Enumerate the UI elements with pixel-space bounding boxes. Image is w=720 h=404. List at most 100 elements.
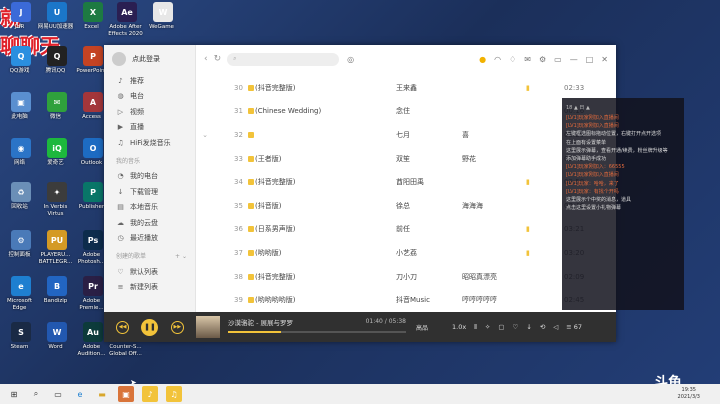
- desktop-icon[interactable]: B Bandizip: [40, 276, 74, 320]
- app-icon[interactable]: Ps: [83, 230, 103, 250]
- desktop-icon[interactable]: Ae Adobe After Effects 2020: [108, 2, 144, 46]
- sidebar-item[interactable]: ↓ 下载管理: [104, 184, 195, 200]
- speed-label[interactable]: 1.0x: [452, 323, 466, 331]
- login-row[interactable]: 点此登录: [104, 45, 195, 73]
- search-input[interactable]: ⌕: [227, 52, 340, 66]
- headphone-icon[interactable]: ◠: [494, 55, 501, 64]
- current-song-title[interactable]: 沙漠骆驼 - 展展与罗罗: [228, 317, 293, 327]
- app-icon[interactable]: Au: [83, 322, 103, 342]
- app-icon[interactable]: W: [153, 2, 173, 22]
- app-icon[interactable]: S: [11, 322, 31, 342]
- start-icon[interactable]: ⊞: [6, 386, 22, 402]
- desktop-icon[interactable]: ▣ 此电脑: [4, 92, 38, 136]
- sidebar-item[interactable]: ♡ 默认列表: [104, 264, 195, 280]
- desktop-icon[interactable]: W Word: [40, 322, 74, 366]
- desktop-icon-label[interactable]: Adobe After Effects 2020: [106, 24, 146, 37]
- desktop-icon-label[interactable]: 控制面板: [0, 252, 40, 259]
- album-cover[interactable]: [196, 316, 220, 338]
- minimize-icon[interactable]: —: [570, 55, 578, 64]
- loop-icon[interactable]: ⟲: [540, 323, 545, 331]
- back-icon[interactable]: ‹: [204, 54, 208, 64]
- app-icon[interactable]: X: [83, 2, 103, 22]
- browser-icon[interactable]: e: [72, 386, 88, 402]
- app-icon[interactable]: PU: [47, 230, 67, 250]
- avatar[interactable]: [112, 52, 126, 66]
- app-icon[interactable]: ✦: [47, 182, 67, 202]
- playlist-icon[interactable]: ≡ 67: [566, 323, 582, 331]
- desktop-icon[interactable]: Q QQ游戏: [4, 46, 38, 90]
- search-icon[interactable]: ⌕: [28, 386, 44, 402]
- desktop-icon[interactable]: PU PLAYERU... BATTLEGR...: [39, 230, 74, 274]
- desktop-icon-label[interactable]: PLAYERU... BATTLEGR...: [36, 252, 76, 265]
- microphone-icon[interactable]: ◎: [347, 55, 354, 64]
- desktop-icon-label[interactable]: In Verbis Virtus: [36, 204, 76, 217]
- app-icon[interactable]: P: [83, 182, 103, 202]
- song-row[interactable]: 39(哟哟哟哟版)抖音Music哼哼哼哼哼02:45: [196, 288, 616, 312]
- app-icon-2[interactable]: ♪: [142, 386, 158, 402]
- desktop-icon-label[interactable]: 此电脑: [0, 114, 40, 121]
- app-icon[interactable]: Ae: [117, 2, 137, 22]
- progress-slider[interactable]: [228, 331, 406, 333]
- skin-icon[interactable]: ♢: [509, 55, 516, 64]
- desktop-icon[interactable]: U 网易UU加速器: [38, 2, 74, 46]
- song-row[interactable]: 30 (抖音完整版) 王来鑫 ▮ 02:33: [196, 76, 616, 100]
- sidebar-item[interactable]: ♪ 推荐: [104, 73, 195, 89]
- song-row[interactable]: 31(Chinese Wedding)念住00:16: [196, 100, 616, 124]
- app-icon-3[interactable]: ♫: [166, 386, 182, 402]
- sidebar-item[interactable]: ≡ 新建列表: [104, 280, 195, 296]
- desktop-icon-label[interactable]: 腾讯QQ: [36, 68, 76, 75]
- desktop-icon[interactable]: ✉ 微信: [40, 92, 74, 136]
- app-icon[interactable]: ♻: [11, 182, 31, 202]
- sidebar-item[interactable]: ☁ 我的云盘: [104, 215, 195, 231]
- desktop-icon[interactable]: iQ 爱奇艺: [40, 138, 74, 182]
- system-clock[interactable]: 19:35 2021/3/3: [678, 387, 700, 401]
- song-row[interactable]: 33(王者版)双笙野花02:25: [196, 147, 616, 171]
- sidebar-item[interactable]: ▤ 本地音乐: [104, 200, 195, 216]
- app-icon[interactable]: U: [47, 2, 67, 22]
- close-icon[interactable]: ✕: [601, 55, 608, 64]
- desktop-icon-label[interactable]: 网易UU加速器: [36, 24, 76, 31]
- desktop-icon[interactable]: W WeGame: [146, 2, 180, 46]
- previous-icon[interactable]: ◀◀: [116, 320, 130, 334]
- app-icon[interactable]: O: [83, 138, 103, 158]
- mail-icon[interactable]: ✉: [524, 55, 531, 64]
- app-icon[interactable]: ◉: [11, 138, 31, 158]
- song-row[interactable]: 38(抖音完整版)刀小刀昭昭真漂亮02:09: [196, 265, 616, 289]
- expand-chevron-icon[interactable]: ⌄: [196, 131, 214, 139]
- desktop-icon-label[interactable]: 网络: [0, 160, 40, 167]
- song-row[interactable]: 37(哟哟版)小艺荔▮03:20: [196, 241, 616, 265]
- login-label[interactable]: 点此登录: [132, 54, 160, 64]
- song-row[interactable]: 36(日系男声版)前任▮03:21: [196, 218, 616, 242]
- maximize-icon[interactable]: □: [586, 55, 594, 64]
- desktop-icon[interactable]: ◉ 网络: [4, 138, 38, 182]
- sidebar-item[interactable]: ◷ 最近播放: [104, 231, 195, 247]
- pause-button[interactable]: ❚❚: [141, 318, 159, 336]
- app-icon[interactable]: iQ: [47, 138, 67, 158]
- app-icon[interactable]: ✉: [47, 92, 67, 112]
- add-playlist-icon[interactable]: + ⌄: [175, 250, 187, 264]
- desktop-icon[interactable]: J JHR: [4, 2, 38, 46]
- desktop-icon-label[interactable]: QQ游戏: [0, 68, 40, 75]
- desktop-icon[interactable]: ✦ In Verbis Virtus: [40, 182, 74, 226]
- equalizer-icon[interactable]: ⫴: [474, 323, 477, 332]
- sidebar-item[interactable]: ▷ 视频: [104, 104, 195, 120]
- app-icon[interactable]: B: [47, 276, 67, 296]
- desktop-icon-label[interactable]: 回收站: [0, 204, 40, 211]
- desktop-icon[interactable]: ⚙ 控制面板: [4, 230, 38, 274]
- desktop-icon-label[interactable]: Word: [36, 344, 76, 351]
- refresh-icon[interactable]: ↻: [214, 54, 222, 64]
- song-row[interactable]: 34(抖音完整版)酋阳田禹▮02:58: [196, 170, 616, 194]
- effects-icon[interactable]: ✧: [485, 323, 490, 331]
- desktop-icon-label[interactable]: Bandizip: [36, 298, 76, 305]
- desktop-icon-label[interactable]: Microsoft Edge: [0, 298, 40, 311]
- desktop-icon[interactable]: e Microsoft Edge: [4, 276, 38, 320]
- desktop-icon-label[interactable]: WeGame: [142, 24, 182, 31]
- app-icon[interactable]: e: [11, 276, 31, 296]
- app-icon[interactable]: W: [47, 322, 67, 342]
- song-row[interactable]: 35(抖音版)徐总海海海03:46: [196, 194, 616, 218]
- app-icon[interactable]: Q: [47, 46, 67, 66]
- desktop-icon[interactable]: S Steam: [4, 322, 38, 366]
- mini-mode-icon[interactable]: ▭: [554, 55, 562, 64]
- desktop-icon-label[interactable]: Steam: [0, 344, 40, 351]
- download-icon[interactable]: ↓: [526, 323, 531, 331]
